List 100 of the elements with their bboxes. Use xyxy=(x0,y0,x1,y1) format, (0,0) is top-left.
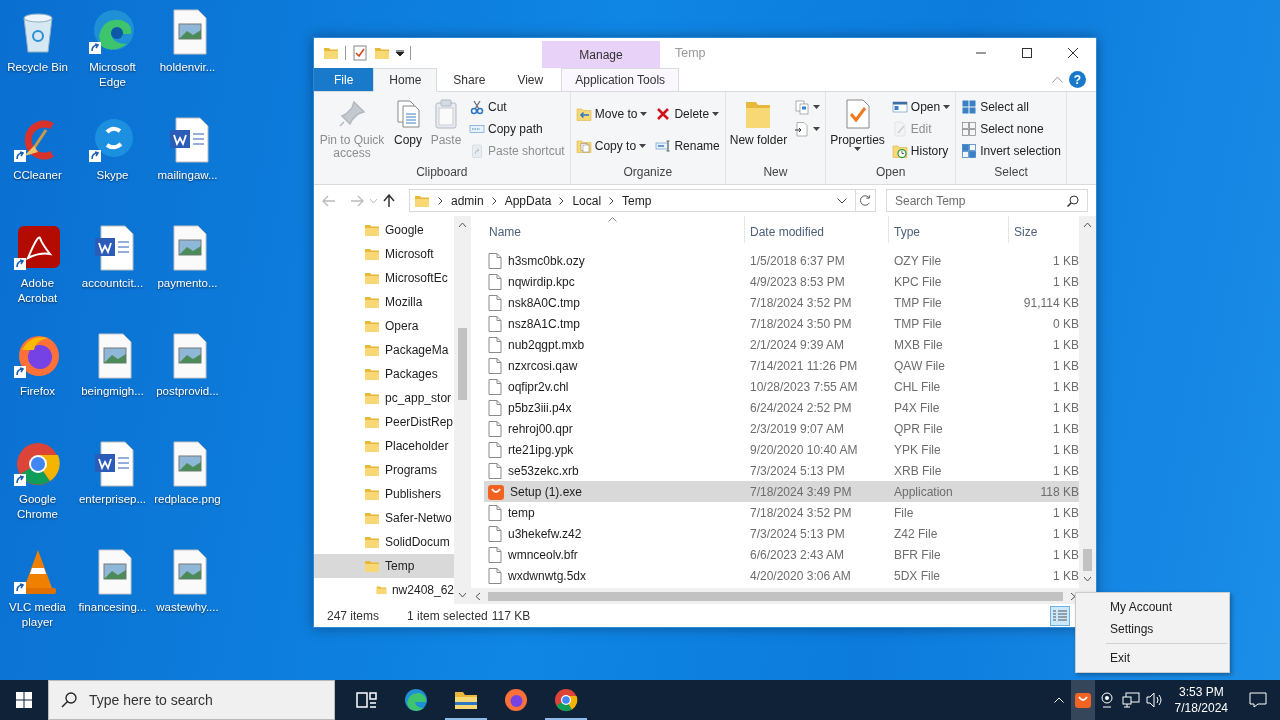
taskbar-search-field[interactable]: Type here to search xyxy=(48,680,335,720)
ribbon-button[interactable]: Select none xyxy=(961,118,1061,140)
desktop-icon-label[interactable]: Google Chrome xyxy=(0,492,75,522)
desktop-icon-label[interactable]: Microsoft Edge xyxy=(75,60,150,90)
folder-tree-item[interactable]: Publishers xyxy=(314,482,454,506)
type-cell-text: Z42 File xyxy=(893,526,939,541)
folder-tree-item[interactable]: Placeholder xyxy=(314,434,454,458)
file-row[interactable]: Setup (1).exe 7/18/2024 3:49 PM Application 118 KB xyxy=(484,481,1079,502)
ribbon-button[interactable]: Open xyxy=(891,96,951,118)
folder-tree-item[interactable]: Microsoft xyxy=(314,242,454,266)
ribbon-button[interactable]: Properties xyxy=(828,96,887,164)
desktop-icon-label[interactable]: Recycle Bin xyxy=(7,60,68,75)
folder-tree-item[interactable]: Packages xyxy=(314,362,454,386)
column-header[interactable]: Type xyxy=(888,216,1008,243)
folder-tree-item[interactable]: Safer-Netwo xyxy=(314,506,454,530)
window-title: Temp xyxy=(675,46,707,60)
date-cell-text: 7/3/2024 5:13 PM xyxy=(749,526,846,541)
file-row[interactable]: nub2qgpt.mxb 2/1/2024 9:39 AM MXB File 1 KB xyxy=(484,334,1079,355)
desktop-icon-label[interactable]: VLC media player xyxy=(0,600,75,630)
desktop-icon-label[interactable]: enterprisep... xyxy=(78,492,147,507)
menu-item[interactable]: Settings xyxy=(1076,618,1229,640)
desktop-icon-label[interactable]: beingmigh... xyxy=(81,384,144,399)
desktop-icon-label[interactable]: financesing... xyxy=(78,600,147,615)
clock[interactable]: 3:53 PM 7/18/2024 xyxy=(1166,680,1236,720)
file-name: nsk8A0C.tmp xyxy=(508,295,581,310)
folder-tree-item[interactable]: Temp xyxy=(314,554,454,578)
file-row[interactable]: p5bz3iii.p4x 6/24/2024 2:52 PM P4X File 1 KB xyxy=(484,397,1079,418)
ribbon-tab[interactable]: File xyxy=(314,68,374,91)
column-header[interactable]: Date modified xyxy=(744,216,888,243)
folder-tree-item[interactable]: PackageMa xyxy=(314,338,454,362)
desktop-icon-label[interactable]: mailingaw... xyxy=(157,168,218,183)
type-cell-text: BFR File xyxy=(893,547,942,562)
folder-tree-item[interactable]: SolidDocum xyxy=(314,530,454,554)
file-row[interactable]: nzxrcosi.qaw 7/14/2021 11:26 PM QAW File 1 KB xyxy=(484,355,1079,376)
size-cell-text: 1 KB xyxy=(1052,253,1079,268)
file-row[interactable]: temp 7/18/2024 3:52 PM File 1 KB xyxy=(484,502,1079,523)
ribbon-button[interactable]: Select all xyxy=(961,96,1061,118)
ribbon-button[interactable]: Copy to xyxy=(575,135,648,157)
folder-tree-item[interactable]: Mozilla xyxy=(314,290,454,314)
date-cell-text: 10/28/2023 7:55 AM xyxy=(749,379,859,394)
file-row[interactable]: wxdwnwtg.5dx 4/20/2020 3:06 AM 5DX File 1 KB xyxy=(484,565,1079,586)
file-row[interactable]: nsz8A1C.tmp 7/18/2024 3:50 PM TMP File 0 KB xyxy=(484,313,1079,334)
folder-tree-item[interactable]: PeerDistRep xyxy=(314,410,454,434)
ribbon-button[interactable]: New folder xyxy=(727,96,790,164)
ribbon-button[interactable]: Move to xyxy=(575,103,648,125)
ribbon-button[interactable]: History xyxy=(891,140,951,162)
desktop-icon-label[interactable]: Firefox xyxy=(19,384,56,399)
folder-tree-item[interactable]: MicrosoftEc xyxy=(314,266,454,290)
file-name: temp xyxy=(508,505,535,520)
menu-item[interactable]: My Account xyxy=(1076,596,1229,618)
file-row[interactable]: nsk8A0C.tmp 7/18/2024 3:52 PM TMP File 91,114 KB xyxy=(484,292,1079,313)
size-cell-text: 1 KB xyxy=(1052,337,1079,352)
menu-item[interactable]: Exit xyxy=(1076,647,1229,669)
type-cell-text: Application xyxy=(893,484,954,499)
folder-tree-item[interactable]: pc_app_stor xyxy=(314,386,454,410)
help-button[interactable]: ? xyxy=(1069,71,1086,88)
file-row[interactable]: wmnceolv.bfr 6/6/2023 2:43 AM BFR File 1 KB xyxy=(484,544,1079,565)
file-row[interactable]: rte21ipg.ypk 9/20/2020 10:40 AM YPK File 1 KB xyxy=(484,439,1079,460)
folder-tree-item[interactable]: Programs xyxy=(314,458,454,482)
ribbon-button[interactable]: Delete xyxy=(655,103,720,125)
desktop-icon-label[interactable]: Adobe Acrobat xyxy=(0,276,75,306)
file-row[interactable]: se53zekc.xrb 7/3/2024 5:13 PM XRB File 1 KB xyxy=(484,460,1079,481)
breadcrumb[interactable]: Temp xyxy=(622,193,652,208)
folder-tree-item[interactable]: nw2408_62 xyxy=(314,578,454,602)
ribbon-tab[interactable]: Home xyxy=(373,68,438,92)
size-cell-text: 1 KB xyxy=(1052,358,1079,373)
file-row[interactable]: oqfipr2v.chl 10/28/2023 7:55 AM CHL File 1 KB xyxy=(484,376,1079,397)
file-name: wmnceolv.bfr xyxy=(508,547,578,562)
desktop-icon-label[interactable]: paymento... xyxy=(157,276,218,291)
desktop-icon-label[interactable]: accountcit... xyxy=(81,276,144,291)
folder-tree-item[interactable]: Opera xyxy=(314,314,454,338)
ribbon-button[interactable]: Copy path xyxy=(469,118,565,140)
file-row[interactable]: u3hekefw.z42 7/3/2024 5:13 PM Z42 File 1 KB xyxy=(484,523,1079,544)
type-cell-text: OZY File xyxy=(893,253,943,268)
ribbon-tab[interactable]: Application Tools xyxy=(561,68,680,91)
breadcrumb[interactable]: Local xyxy=(572,193,602,208)
search-field[interactable]: Search Temp xyxy=(886,189,1088,212)
ribbon-button[interactable]: Copy xyxy=(390,96,426,164)
file-row[interactable]: rehroj00.qpr 2/3/2019 9:07 AM QPR File 1 KB xyxy=(484,418,1079,439)
breadcrumb[interactable]: AppData xyxy=(504,193,552,208)
date-cell-text: 4/20/2020 3:06 AM xyxy=(749,568,852,583)
desktop-icon-label[interactable]: Skype xyxy=(96,168,129,183)
size-cell-text: 1 KB xyxy=(1052,547,1079,562)
ribbon-button[interactable]: Invert selection xyxy=(961,140,1061,162)
ribbon-button[interactable]: Cut xyxy=(469,96,565,118)
desktop-icon-label[interactable]: postprovid... xyxy=(156,384,219,399)
file-row[interactable]: h3smc0bk.ozy 1/5/2018 6:37 PM OZY File 1 KB xyxy=(484,250,1079,271)
desktop-icon-label[interactable]: redplace.png xyxy=(154,492,221,507)
column-header[interactable]: Name xyxy=(484,216,744,243)
date-cell-text: 7/14/2021 11:26 PM xyxy=(749,358,859,373)
type-cell-text: QAW File xyxy=(893,358,946,373)
folder-tree-item[interactable]: Google xyxy=(314,218,454,242)
breadcrumb[interactable]: admin xyxy=(451,193,484,208)
ribbon-button[interactable]: Rename xyxy=(655,135,720,157)
desktop-icon-label[interactable]: holdenvir... xyxy=(159,60,216,75)
address-bar[interactable]: admin AppData Local Temp xyxy=(409,189,876,212)
desktop-icon-label[interactable]: wastewhy.... xyxy=(156,600,219,615)
desktop-icon-label[interactable]: CCleaner xyxy=(13,168,62,183)
file-row[interactable]: nqwirdip.kpc 4/9/2023 8:53 PM KPC File 1 KB xyxy=(484,271,1079,292)
size-cell-text: 1 KB xyxy=(1052,274,1079,289)
